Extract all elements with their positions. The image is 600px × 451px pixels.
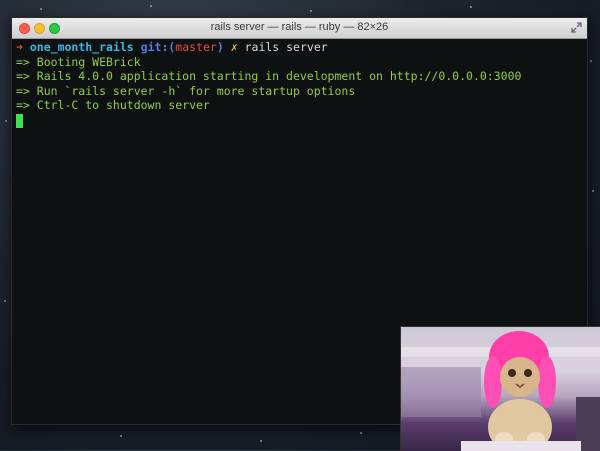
output-line: => Run `rails server -h` for more startu… xyxy=(16,83,356,98)
cat-illustration xyxy=(401,331,600,451)
prompt-line: ➜ one_month_rails git:(master) ✗ rails s… xyxy=(16,40,583,55)
terminal-cursor xyxy=(16,113,23,128)
git-label: git:( xyxy=(140,40,176,54)
fullscreen-icon[interactable] xyxy=(571,22,582,33)
output-line: => Ctrl-C to shutdown server xyxy=(16,98,210,112)
dirty-mark-icon: ✗ xyxy=(230,40,238,54)
git-branch: master xyxy=(175,40,217,54)
cat-with-pink-wig-image xyxy=(400,326,600,451)
prompt-command: rails server xyxy=(244,40,328,54)
git-label-close: ) xyxy=(216,40,224,54)
window-title: rails server — rails — ruby — 82×26 xyxy=(210,21,389,33)
prompt-arrow-icon: ➜ xyxy=(16,40,23,54)
prompt-directory: one_month_rails xyxy=(29,40,134,54)
output-line: => Booting WEBrick xyxy=(16,54,141,69)
output-line: => Rails 4.0.0 application starting in d… xyxy=(16,69,522,83)
title-bar[interactable]: rails server — rails — ruby — 82×26 xyxy=(12,18,587,39)
cursor-line xyxy=(16,113,583,128)
